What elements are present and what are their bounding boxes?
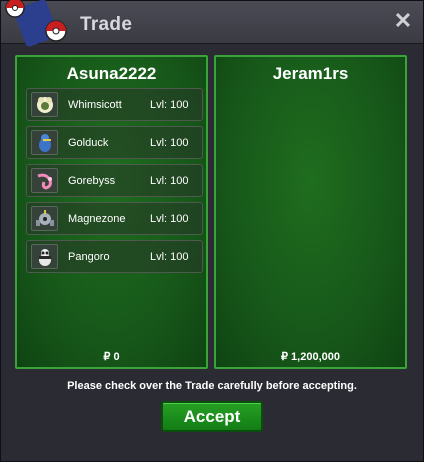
pokemon-level: Lvl: 100 [150, 137, 189, 149]
whimsicott-sprite-icon [31, 92, 58, 117]
title-bar: Trade ✕ [1, 0, 423, 47]
pokemon-slot-1[interactable]: Whimsicott Lvl: 100 [26, 88, 203, 121]
their-offer-panel: Jeram1rs ₽ 1,200,000 [214, 55, 407, 369]
pokemon-level: Lvl: 100 [150, 175, 189, 187]
pangoro-sprite-icon [31, 244, 58, 269]
pokemon-slot-2[interactable]: Golduck Lvl: 100 [26, 126, 203, 159]
right-money: ₽ 1,200,000 [281, 351, 340, 363]
left-money: ₽ 0 [103, 351, 120, 363]
right-player-name: Jeram1rs [272, 64, 349, 83]
pokemon-slot-4[interactable]: Magnezone Lvl: 100 [26, 202, 203, 235]
trade-notice: Please check over the Trade carefully be… [67, 380, 357, 392]
left-player-name: Asuna2222 [66, 64, 157, 83]
gorebyss-sprite-icon [31, 168, 58, 193]
pokemon-level: Lvl: 100 [150, 99, 189, 111]
trade-window: Trade ✕ Asuna2222 Whimsicott Lvl: 100 Go… [0, 0, 424, 462]
pokemon-name: Pangoro [68, 251, 110, 263]
pokemon-slot-3[interactable]: Gorebyss Lvl: 100 [26, 164, 203, 197]
window-title: Trade [80, 14, 133, 35]
accept-button[interactable]: Accept [161, 401, 263, 432]
left-pokemon-list: Whimsicott Lvl: 100 Golduck Lvl: 100 Gor… [26, 88, 203, 278]
my-offer-panel: Asuna2222 Whimsicott Lvl: 100 Golduck Lv… [15, 55, 208, 369]
pokemon-name: Magnezone [68, 213, 126, 225]
pokemon-level: Lvl: 100 [150, 251, 189, 263]
pokemon-name: Gorebyss [68, 175, 116, 187]
pokemon-slot-5[interactable]: Pangoro Lvl: 100 [26, 240, 203, 273]
golduck-sprite-icon [31, 130, 58, 155]
pokemon-name: Golduck [68, 137, 109, 149]
close-icon[interactable]: ✕ [392, 10, 414, 32]
magnezone-sprite-icon [31, 206, 58, 231]
pokemon-level: Lvl: 100 [150, 213, 189, 225]
pokeballs-logo-icon [5, 0, 67, 47]
pokemon-name: Whimsicott [68, 99, 122, 111]
